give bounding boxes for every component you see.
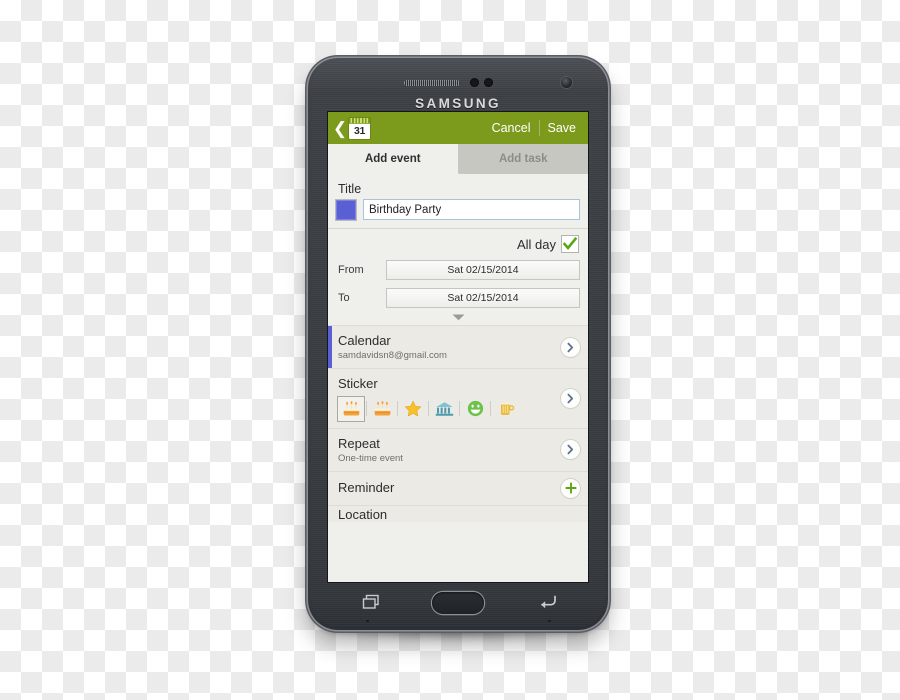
title-section: Title Birthday Party xyxy=(328,174,588,228)
sticker-star[interactable] xyxy=(400,397,426,421)
recent-apps-icon[interactable] xyxy=(362,594,380,615)
sticker-smiley[interactable] xyxy=(462,397,488,421)
home-button[interactable] xyxy=(432,592,484,614)
repeat-row-text: Repeat One-time event xyxy=(338,436,561,464)
reminder-row-title: Reminder xyxy=(338,480,395,496)
from-row: From Sat 02/15/2014 xyxy=(328,258,588,282)
birthday-cake-icon xyxy=(374,401,390,416)
plus-icon xyxy=(565,482,576,494)
cancel-button[interactable]: Cancel xyxy=(484,115,539,141)
expand-more-button[interactable] xyxy=(328,310,588,325)
front-camera-icon xyxy=(561,77,572,88)
repeat-chevron-button[interactable] xyxy=(561,440,580,460)
list-item-reminder[interactable]: Reminder xyxy=(328,470,588,505)
all-day-row[interactable]: All day xyxy=(328,229,588,258)
bottom-vent-right xyxy=(548,620,551,622)
chevron-right-icon xyxy=(567,444,574,455)
title-row: Birthday Party xyxy=(336,199,580,228)
from-date-button[interactable]: Sat 02/15/2014 xyxy=(386,260,580,280)
sticker-row-title: Sticker xyxy=(338,376,378,392)
calendar-row-subtitle: samdavidsn8@gmail.com xyxy=(338,350,447,362)
sticker-beer-mug[interactable] xyxy=(493,397,519,421)
phone-device-frame: SAMSUNG ❮ 31 Cancel Save Add event Add t… xyxy=(308,58,608,630)
sticker-separator xyxy=(459,401,460,416)
star-icon xyxy=(404,400,422,417)
phone-screen: ❮ 31 Cancel Save Add event Add task Titl… xyxy=(328,112,588,582)
reminder-add-button[interactable] xyxy=(561,478,580,498)
list-item-sticker[interactable]: Sticker xyxy=(328,368,588,428)
from-label: From xyxy=(338,264,364,276)
list-item-calendar[interactable]: Calendar samdavidsn8@gmail.com xyxy=(328,325,588,369)
repeat-row-subtitle: One-time event xyxy=(338,452,403,464)
tab-bar: Add event Add task xyxy=(328,144,588,174)
beer-mug-icon xyxy=(500,402,514,415)
proximity-sensor-icon xyxy=(470,78,479,87)
sticker-separator xyxy=(490,401,491,416)
earpiece-grille-icon xyxy=(404,80,460,86)
title-label: Title xyxy=(338,182,362,196)
reminder-row-text: Reminder xyxy=(338,480,561,496)
sticker-birthday-cake-2[interactable] xyxy=(369,397,395,421)
to-row: To Sat 02/15/2014 xyxy=(328,286,588,310)
calendar-row-title: Calendar xyxy=(338,333,391,348)
calendar-row-text: Calendar samdavidsn8@gmail.com xyxy=(338,333,561,361)
title-input[interactable]: Birthday Party xyxy=(363,199,580,220)
sticker-separator xyxy=(366,401,367,416)
calendar-icon[interactable]: 31 xyxy=(349,117,370,139)
list-item-location[interactable]: Location xyxy=(328,504,588,522)
back-arrow-glyph xyxy=(541,595,556,609)
chevron-down-icon xyxy=(452,314,464,321)
birthday-cake-icon xyxy=(343,401,359,416)
building-icon xyxy=(435,401,453,416)
checkmark-icon xyxy=(563,237,577,251)
light-sensor-icon xyxy=(484,78,493,87)
location-row-title: Location xyxy=(338,506,388,522)
back-icon[interactable] xyxy=(538,594,557,615)
chevron-right-icon xyxy=(567,342,574,352)
calendar-chevron-button[interactable] xyxy=(561,337,580,357)
sticker-separator xyxy=(428,401,429,416)
all-day-checkbox[interactable] xyxy=(562,236,578,252)
sticker-strip xyxy=(338,396,561,421)
settings-list: Calendar samdavidsn8@gmail.com Sticker R… xyxy=(328,325,588,522)
sticker-separator xyxy=(397,401,398,416)
bottom-vent-left xyxy=(366,620,369,622)
action-bar: ❮ 31 Cancel Save xyxy=(328,112,588,144)
sticker-building[interactable] xyxy=(431,397,457,421)
event-color-swatch[interactable] xyxy=(336,199,356,220)
phone-top-sensor-area: SAMSUNG xyxy=(308,66,608,112)
back-chevron-icon[interactable]: ❮ xyxy=(332,115,348,141)
calendar-color-accent xyxy=(328,326,332,369)
smiley-face-icon xyxy=(467,400,483,417)
sticker-birthday-cake-selected[interactable] xyxy=(338,396,364,421)
calendar-day-number: 31 xyxy=(353,124,366,137)
to-date-button[interactable]: Sat 02/15/2014 xyxy=(386,288,580,308)
list-item-repeat[interactable]: Repeat One-time event xyxy=(328,427,588,471)
repeat-row-title: Repeat xyxy=(338,435,380,451)
brand-logo: SAMSUNG xyxy=(415,96,501,111)
chevron-right-icon xyxy=(567,393,574,404)
to-label: To xyxy=(338,292,350,304)
tab-add-event[interactable]: Add event xyxy=(328,144,459,174)
sticker-chevron-button[interactable] xyxy=(561,388,580,408)
sticker-row-text: Sticker xyxy=(338,376,561,421)
save-button[interactable]: Save xyxy=(540,115,585,141)
tab-add-task[interactable]: Add task xyxy=(458,144,588,174)
all-day-label: All day xyxy=(516,236,556,252)
recent-apps-glyph xyxy=(362,594,379,609)
